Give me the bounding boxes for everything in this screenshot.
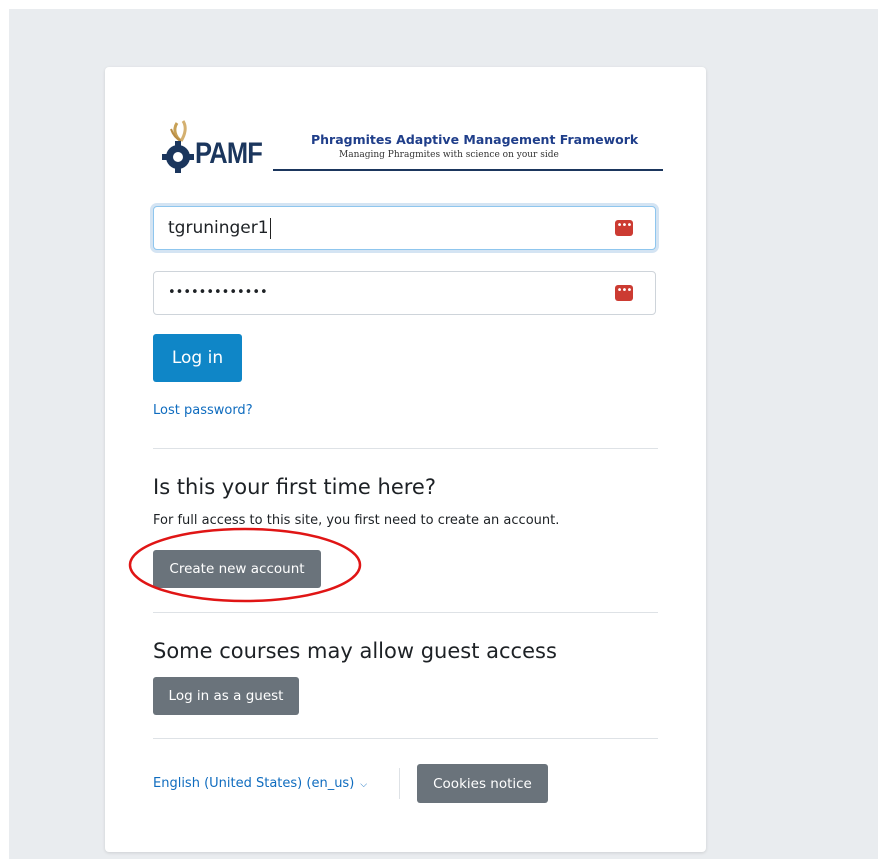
site-logo[interactable]: PAMF Phragmites Adaptive Management Fram… — [161, 119, 664, 175]
password-value: ••••••••••••• — [168, 285, 268, 300]
signup-info-text: For full access to this site, you first … — [153, 513, 560, 528]
password-manager-icon[interactable]: ••• — [615, 220, 633, 236]
divider — [153, 738, 658, 739]
lost-password-link[interactable]: Lost password? — [153, 403, 253, 418]
chevron-down-icon: ⌵ — [360, 780, 368, 790]
username-value: tgruninger1 — [168, 207, 271, 249]
guest-login-button[interactable]: Log in as a guest — [153, 677, 299, 715]
username-field[interactable]: tgruninger1 ••• — [153, 206, 656, 250]
guest-access-heading: Some courses may allow guest access — [153, 639, 557, 663]
password-manager-icon[interactable]: ••• — [615, 285, 633, 301]
logo-abbreviation: PAMF — [195, 137, 263, 170]
divider — [153, 612, 658, 613]
create-account-button[interactable]: Create new account — [153, 550, 321, 588]
logo-title: Phragmites Adaptive Management Framework — [311, 132, 639, 147]
divider — [153, 448, 658, 449]
login-button[interactable]: Log in — [153, 334, 242, 382]
language-label: English (United States) (en_us) — [153, 776, 355, 791]
password-field[interactable]: ••••••••••••• ••• — [153, 271, 656, 315]
logo-underline — [273, 169, 663, 171]
language-selector[interactable]: English (United States) (en_us) ⌵ — [153, 776, 367, 791]
login-card: PAMF Phragmites Adaptive Management Fram… — [105, 67, 706, 852]
cookies-notice-button[interactable]: Cookies notice — [417, 764, 548, 803]
first-time-heading: Is this your first time here? — [153, 475, 436, 499]
footer-separator — [399, 768, 400, 799]
logo-tagline: Managing Phragmites with science on your… — [339, 150, 559, 160]
